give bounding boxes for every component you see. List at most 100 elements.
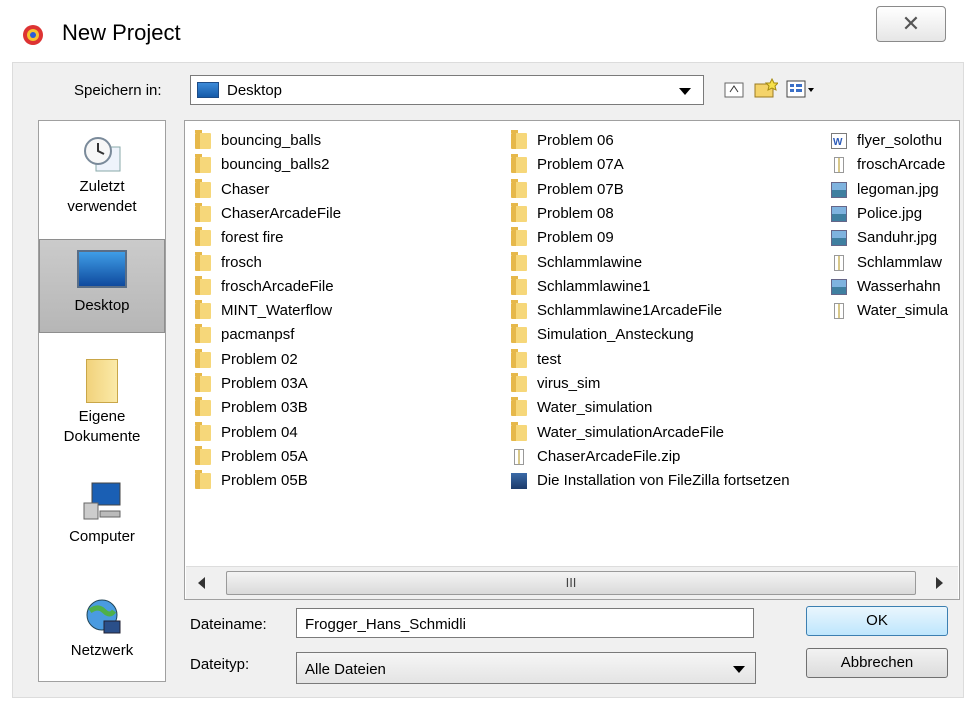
documents-icon <box>86 359 118 403</box>
file-name: MINT_Waterflow <box>221 302 333 320</box>
file-name: Problem 03A <box>221 375 308 392</box>
folder-icon <box>195 154 211 174</box>
file-name: Water_simulationArcadeFile <box>537 423 725 441</box>
window-title: New Project <box>62 20 181 45</box>
places-bar: Zuletzt verwendet Desktop Eigene Dokumen… <box>38 120 166 682</box>
recent-icon <box>82 135 122 175</box>
folder-icon <box>511 178 527 198</box>
file-name: Schlammlawine1ArcadeFile <box>537 302 723 320</box>
place-label: Desktop <box>74 297 130 314</box>
cancel-button[interactable]: Abbrechen <box>806 648 948 678</box>
filetype-value: Alle Dateien <box>305 661 386 678</box>
file-name: legoman.jpg <box>857 180 939 198</box>
file-name: Schlammlawine1 <box>537 277 651 295</box>
folder-icon <box>195 227 211 247</box>
horizontal-scrollbar[interactable]: III <box>186 566 958 599</box>
place-label: verwendet <box>67 198 137 215</box>
link-icon <box>511 473 527 490</box>
save-in-label: Speichern in: <box>74 82 162 99</box>
folder-icon <box>195 178 211 198</box>
ok-button[interactable]: OK <box>806 606 948 636</box>
filetype-dropdown[interactable]: Alle Dateien <box>296 652 756 684</box>
scrollbar-thumb[interactable]: III <box>226 571 916 595</box>
folder-icon <box>511 324 527 344</box>
image-icon <box>831 278 847 295</box>
place-network[interactable]: Netzwerk <box>39 597 165 661</box>
chevron-down-icon <box>733 666 745 673</box>
folder-icon <box>195 300 211 320</box>
folder-icon <box>195 275 211 295</box>
filename-value: Frogger_Hans_Schmidli <box>305 616 466 633</box>
file-name: Water_simulation <box>537 399 653 417</box>
file-name: forest fire <box>221 229 284 247</box>
file-name: froschArcadeFile <box>221 277 334 295</box>
computer-icon <box>80 481 124 521</box>
save-in-dropdown[interactable]: Desktop <box>190 75 704 105</box>
folder-icon <box>195 202 211 222</box>
file-name: Chaser <box>221 180 270 198</box>
up-folder-icon[interactable] <box>724 80 744 98</box>
zip-icon <box>834 157 844 174</box>
filename-input[interactable]: Frogger_Hans_Schmidli <box>296 608 754 638</box>
file-name: Water_simula <box>857 302 949 320</box>
file-name: Wasserhahn <box>857 277 941 295</box>
scroll-left-icon[interactable] <box>198 577 205 589</box>
doc-icon <box>831 131 847 155</box>
file-name: Die Installation von FileZilla fortsetze… <box>537 472 790 490</box>
file-name: bouncing_balls <box>221 132 322 149</box>
folder-icon <box>511 154 527 174</box>
place-documents[interactable]: Eigene Dokumente <box>39 359 165 447</box>
file-name: Police.jpg <box>857 204 923 222</box>
folder-icon <box>195 130 211 149</box>
new-folder-icon[interactable] <box>754 77 780 98</box>
scroll-right-icon[interactable] <box>936 577 943 589</box>
folder-icon <box>511 348 527 368</box>
place-computer[interactable]: Computer <box>39 481 165 547</box>
place-label: Computer <box>69 528 135 545</box>
file-name: Simulation_Ansteckung <box>537 326 694 344</box>
file-name: flyer_solothu <box>857 132 943 149</box>
file-name: Problem 07A <box>537 156 624 174</box>
image-icon <box>831 230 847 247</box>
place-recent[interactable]: Zuletzt verwendet <box>39 135 165 217</box>
file-name: Problem 07B <box>537 180 624 198</box>
network-icon <box>82 597 122 637</box>
file-name: Schlammlawine <box>537 253 643 271</box>
close-button[interactable]: ✕ <box>876 6 946 42</box>
file-name: Problem 03B <box>221 399 308 417</box>
folder-icon <box>195 421 211 441</box>
file-name: Problem 08 <box>537 204 614 222</box>
folder-icon <box>195 397 211 417</box>
folder-icon <box>195 470 211 490</box>
place-desktop[interactable]: Desktop <box>39 239 165 333</box>
image-icon <box>831 181 847 198</box>
file-name: ChaserArcadeFile <box>221 204 342 222</box>
folder-icon <box>511 421 527 441</box>
file-name: test <box>537 350 562 368</box>
view-menu-icon[interactable] <box>786 80 816 98</box>
folder-icon <box>511 130 527 149</box>
folder-icon <box>511 373 527 392</box>
place-label: Dokumente <box>63 428 141 445</box>
file-name: bouncing_balls2 <box>221 156 330 174</box>
image-icon <box>831 205 847 222</box>
place-label: Zuletzt <box>79 178 125 195</box>
file-name: Problem 05A <box>221 447 308 465</box>
folder-icon <box>195 445 211 465</box>
file-name: pacmanpsf <box>221 326 295 344</box>
save-in-value: Desktop <box>227 82 283 99</box>
place-label: Netzwerk <box>70 642 134 659</box>
folder-icon <box>195 373 211 392</box>
close-icon: ✕ <box>901 11 921 36</box>
place-label: Eigene <box>78 408 126 425</box>
file-list[interactable]: bouncing_balls bouncing_balls2 Chaser Chase… <box>184 120 960 600</box>
file-name: virus_sim <box>537 375 601 392</box>
desktop-icon <box>77 250 127 288</box>
chevron-down-icon <box>679 88 691 95</box>
folder-icon <box>511 300 527 320</box>
file-name: Problem 02 <box>221 350 298 368</box>
file-name: ChaserArcadeFile.zip <box>537 447 681 465</box>
folder-icon <box>511 251 527 271</box>
file-name: Problem 09 <box>537 229 614 247</box>
scroll-grip: III <box>565 575 577 590</box>
